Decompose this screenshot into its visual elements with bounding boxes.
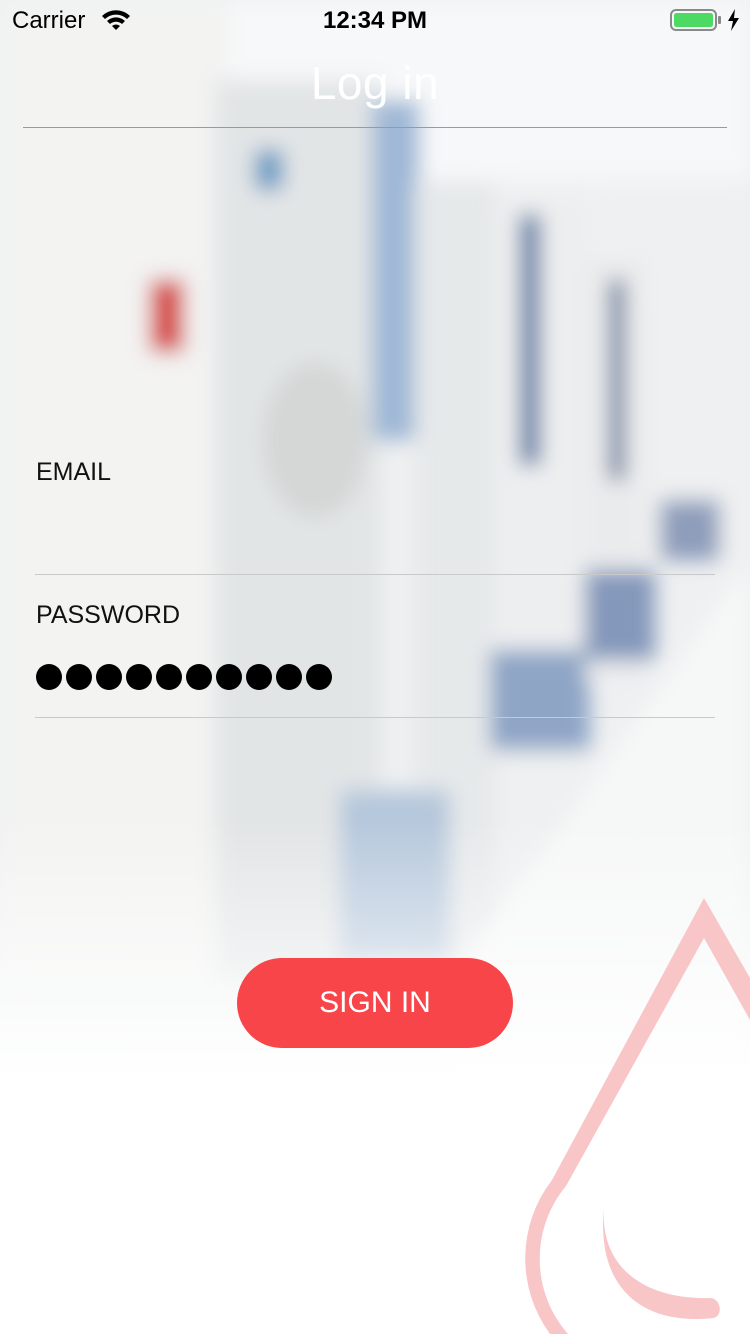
password-mask-dot (276, 664, 302, 690)
password-mask-dot (246, 664, 272, 690)
password-underline (35, 717, 715, 718)
password-mask-dot (306, 664, 332, 690)
password-mask-dot (156, 664, 182, 690)
status-bar: Carrier 12:34 PM (0, 0, 750, 40)
password-mask-dot (96, 664, 122, 690)
password-label: PASSWORD (36, 601, 180, 629)
page-title: Log in (310, 57, 440, 109)
password-mask-dot (36, 664, 62, 690)
charging-bolt-icon (728, 9, 739, 31)
password-mask-dot (66, 664, 92, 690)
password-mask-dot (216, 664, 242, 690)
password-mask-dot (126, 664, 152, 690)
email-label: EMAIL (36, 458, 112, 486)
battery-icon (670, 9, 721, 31)
password-field[interactable] (36, 664, 332, 690)
email-field[interactable] (35, 510, 715, 566)
blood-drop-icon (525, 898, 750, 1334)
title-divider (23, 127, 727, 128)
clock: 12:34 PM (322, 7, 428, 34)
email-underline (35, 574, 715, 575)
sign-in-button[interactable]: SIGN IN (237, 958, 513, 1048)
password-mask-dot (186, 664, 212, 690)
